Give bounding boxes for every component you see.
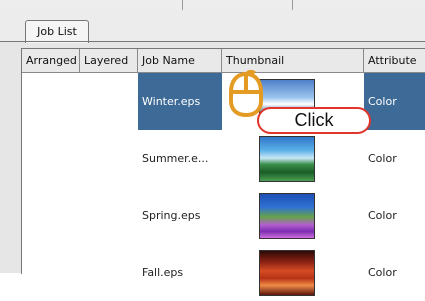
- job-name-cell[interactable]: Summer.e...: [138, 130, 222, 187]
- thumbnail-image: [259, 136, 315, 182]
- thumbnail-cell[interactable]: [222, 187, 364, 244]
- column-header-job-name[interactable]: Job Name: [138, 49, 222, 72]
- window: Job List Arranged Layered Job Name Thumb…: [0, 0, 425, 296]
- column-header-attribute[interactable]: Attribute: [364, 49, 425, 72]
- table-row[interactable]: Summer.e... Color: [22, 130, 425, 187]
- attribute-cell[interactable]: Color: [364, 187, 425, 244]
- table-row[interactable]: Spring.eps Color: [22, 187, 425, 244]
- mouse-icon: [229, 70, 263, 118]
- attribute-cell[interactable]: Color: [364, 73, 425, 130]
- thumbnail-image: [259, 250, 315, 296]
- tab-bar: Job List: [0, 10, 425, 43]
- toolbar-divider: [292, 0, 293, 10]
- toolbar-divider: [182, 0, 183, 10]
- job-name-cell[interactable]: Spring.eps: [138, 187, 222, 244]
- tab-job-list[interactable]: Job List: [25, 20, 89, 43]
- thumbnail-cell[interactable]: [222, 130, 364, 187]
- thumbnail-image: [259, 193, 315, 239]
- column-header-layered[interactable]: Layered: [80, 49, 138, 72]
- tab-divider: [0, 41, 425, 42]
- table-header: Arranged Layered Job Name Thumbnail Attr…: [22, 49, 425, 73]
- job-list-table: Arranged Layered Job Name Thumbnail Attr…: [21, 48, 425, 296]
- job-name-cell[interactable]: Winter.eps: [138, 73, 222, 130]
- attribute-cell[interactable]: Color: [364, 130, 425, 187]
- column-header-arranged[interactable]: Arranged: [22, 49, 80, 72]
- click-callout: Click: [257, 107, 371, 134]
- column-header-thumbnail[interactable]: Thumbnail: [222, 49, 364, 72]
